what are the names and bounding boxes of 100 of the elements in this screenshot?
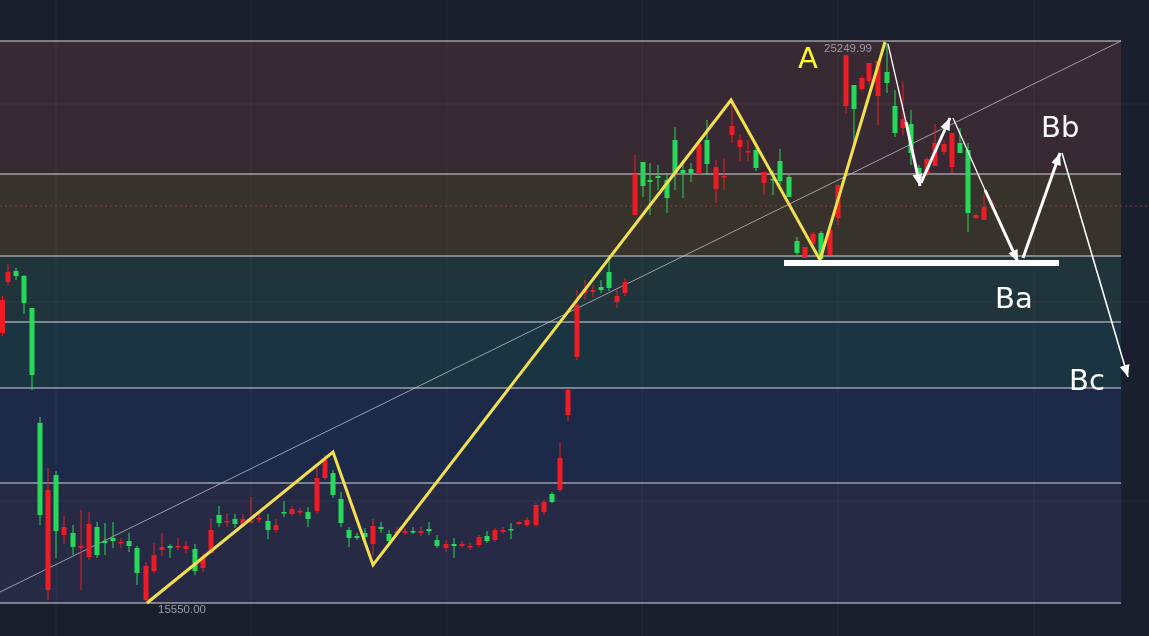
rising-candle: [606, 254, 612, 292]
rising-candle: [508, 522, 514, 540]
falling-candle: [86, 511, 92, 561]
rising-candle: [126, 532, 132, 553]
rising-candle: [216, 505, 222, 528]
falling-candle: [875, 60, 881, 126]
falling-candle: [459, 540, 465, 549]
falling-candle: [5, 263, 11, 286]
falling-candle: [622, 277, 628, 297]
price-label: 25249.99: [824, 42, 872, 54]
falling-candle: [761, 171, 767, 196]
falling-candle: [500, 526, 506, 535]
rising-candle: [110, 521, 116, 549]
falling-candle: [0, 295, 5, 337]
falling-candle: [402, 527, 408, 536]
rising-candle: [338, 491, 344, 528]
falling-candle: [516, 520, 522, 526]
rising-candle: [688, 162, 694, 183]
falling-candle: [208, 518, 214, 554]
falling-candle: [614, 289, 620, 309]
falling-candle: [737, 133, 743, 162]
falling-candle: [151, 542, 157, 574]
falling-candle: [322, 454, 328, 481]
falling-candle: [492, 527, 498, 543]
rising-candle: [192, 543, 198, 576]
rising-candle: [13, 267, 19, 281]
falling-candle: [443, 539, 449, 553]
falling-candle: [713, 159, 719, 204]
rising-candle: [664, 172, 670, 214]
rising-candle: [672, 126, 678, 191]
falling-candle: [224, 512, 230, 528]
rising-candle: [818, 230, 824, 260]
rising-candle: [680, 159, 686, 199]
falling-candle: [900, 81, 906, 136]
falling-candle: [696, 138, 702, 175]
falling-candle: [476, 534, 482, 548]
wave-label: A: [798, 41, 818, 75]
wave-label: Bb: [1041, 110, 1080, 144]
rising-candle: [102, 522, 108, 556]
falling-candle: [632, 154, 638, 216]
rising-candle: [704, 119, 710, 176]
falling-candle: [200, 552, 206, 573]
price-label: 15550.00: [158, 603, 206, 615]
rising-candle: [410, 526, 416, 535]
falling-candle: [729, 102, 735, 144]
falling-candle: [973, 212, 979, 220]
rising-candle: [21, 274, 27, 315]
rising-candle: [330, 469, 336, 499]
falling-candle: [314, 465, 320, 515]
rising-candle: [892, 89, 898, 138]
rising-candle: [451, 537, 457, 559]
rising-candle: [598, 279, 604, 294]
rising-candle: [794, 236, 800, 256]
rising-candle: [426, 521, 432, 536]
falling-candle: [143, 561, 149, 603]
rising-candle: [281, 500, 287, 518]
rising-candle: [134, 545, 140, 586]
falling-candle: [590, 284, 596, 298]
falling-candle: [256, 512, 262, 524]
rising-candle: [346, 526, 352, 548]
rising-candle: [786, 174, 792, 198]
rising-candle: [884, 42, 890, 94]
falling-candle: [370, 518, 376, 557]
rising-candle: [362, 527, 368, 541]
falling-candle: [467, 542, 473, 551]
rising-candle: [655, 164, 661, 191]
falling-candle: [582, 279, 588, 301]
falling-candle: [574, 289, 580, 361]
falling-candle: [827, 227, 833, 256]
rising-candle: [549, 491, 555, 504]
falling-candle: [835, 184, 841, 226]
falling-candle: [273, 518, 279, 534]
falling-candle: [981, 192, 987, 221]
rising-candle: [94, 521, 100, 559]
falling-candle: [721, 157, 727, 191]
falling-candle: [175, 537, 181, 551]
rising-candle: [434, 534, 440, 549]
falling-candle: [289, 505, 295, 517]
falling-candle: [810, 231, 816, 247]
rising-candle: [305, 506, 311, 528]
falling-candle: [533, 502, 539, 528]
rising-candle: [378, 521, 384, 534]
falling-candle: [843, 54, 849, 114]
falling-candle: [924, 156, 930, 177]
falling-candle: [541, 499, 547, 516]
falling-candle: [118, 537, 124, 549]
wave-label: Bc: [1069, 363, 1105, 397]
falling-candle: [297, 507, 303, 516]
falling-candle: [989, 199, 995, 211]
falling-candle: [565, 388, 571, 422]
falling-candle: [61, 515, 67, 545]
rising-candle: [484, 530, 490, 544]
falling-candle: [949, 132, 955, 174]
falling-candle: [159, 532, 165, 557]
rising-candle: [354, 532, 360, 541]
rising-candle: [753, 147, 759, 172]
rising-candle: [232, 513, 238, 529]
falling-candle: [745, 139, 751, 162]
falling-candle: [524, 516, 530, 528]
falling-candle: [418, 526, 424, 537]
